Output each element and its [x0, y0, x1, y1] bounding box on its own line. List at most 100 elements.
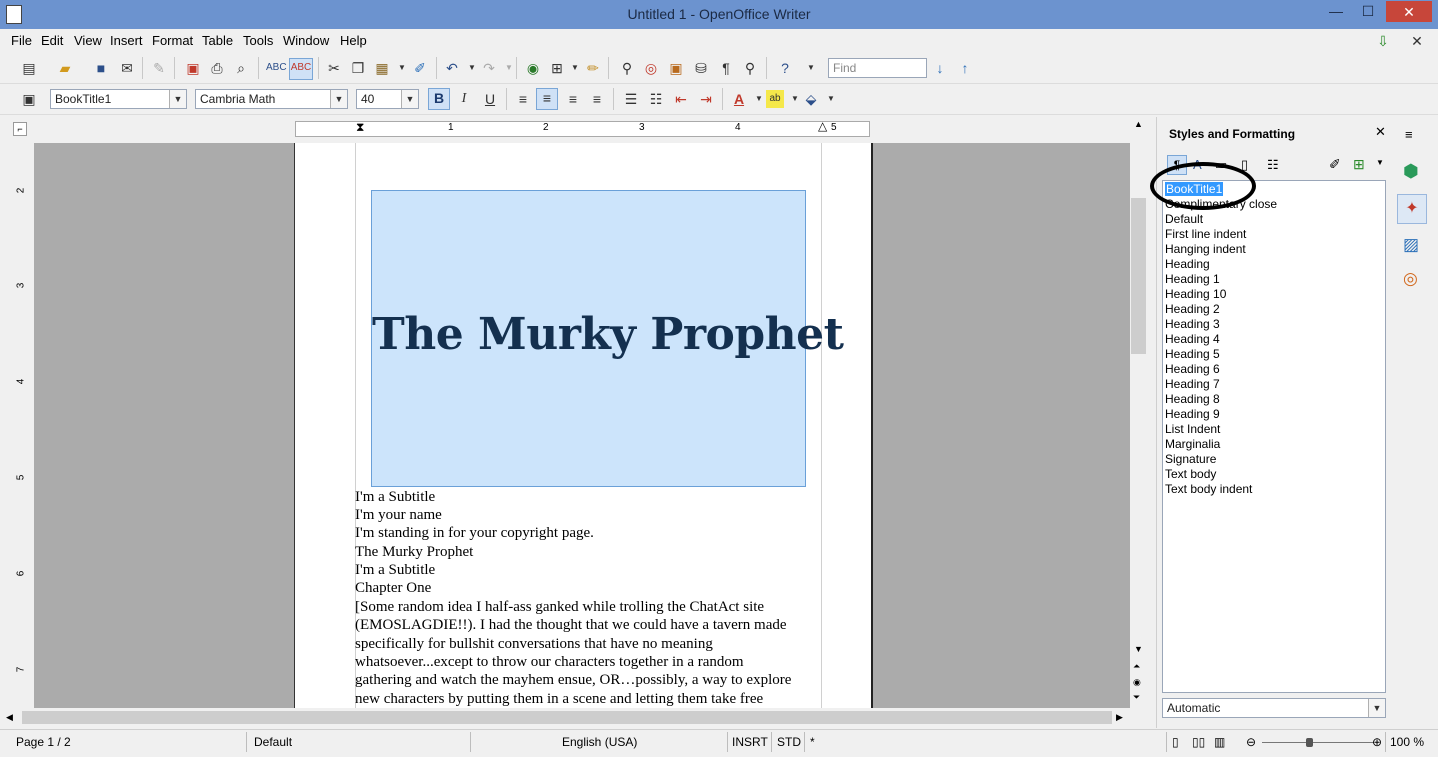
- zoom-slider-handle[interactable]: [1306, 738, 1313, 747]
- style-item[interactable]: Heading 10: [1165, 287, 1226, 301]
- next-page-icon[interactable]: ⏷: [1133, 692, 1140, 703]
- style-item[interactable]: Heading 4: [1165, 332, 1220, 346]
- scroll-left-icon[interactable]: ◀: [6, 712, 13, 723]
- chevron-down-icon[interactable]: ▼: [330, 90, 347, 108]
- paragraph-style-select[interactable]: BookTitle1 ▼: [50, 89, 187, 109]
- style-item[interactable]: List Indent: [1165, 422, 1220, 436]
- page-style-indicator[interactable]: Default: [254, 735, 292, 749]
- close-sidebar-icon[interactable]: ✕: [1375, 124, 1386, 140]
- style-item[interactable]: Signature: [1165, 452, 1216, 466]
- font-name-select[interactable]: Cambria Math ▼: [195, 89, 348, 109]
- close-document-icon[interactable]: ✕: [1408, 32, 1426, 50]
- gallery-deck-icon[interactable]: ▨: [1403, 235, 1419, 255]
- document-line[interactable]: I'm your name: [355, 507, 442, 524]
- print-icon[interactable]: ⎙: [208, 59, 226, 77]
- book-title[interactable]: The Murky Prophet: [372, 309, 844, 360]
- document-line[interactable]: I'm standing in for your copyright page.: [355, 525, 594, 542]
- paste-dropdown-icon[interactable]: ▼: [393, 59, 411, 77]
- menu-tools[interactable]: Tools: [243, 33, 273, 48]
- print-preview-icon[interactable]: ⌕: [232, 59, 250, 77]
- formatting-marks-icon[interactable]: ¶: [717, 59, 735, 77]
- navigator-deck-icon[interactable]: ◎: [1403, 269, 1418, 289]
- bullets-icon[interactable]: ☷: [647, 90, 665, 108]
- style-item[interactable]: Heading 9: [1165, 407, 1220, 421]
- zoom-slider[interactable]: [1262, 742, 1374, 743]
- scroll-down-icon[interactable]: ▼: [1134, 644, 1143, 654]
- table-dropdown-icon[interactable]: ▼: [566, 59, 584, 77]
- style-item[interactable]: Default: [1165, 212, 1203, 226]
- update-icon[interactable]: ⇩: [1374, 32, 1392, 50]
- justify-icon[interactable]: ≡: [588, 90, 606, 108]
- toolbar-options-icon[interactable]: ▼: [802, 59, 820, 77]
- document-line[interactable]: I'm a Subtitle: [355, 562, 435, 579]
- find-previous-icon[interactable]: ↑: [956, 59, 974, 77]
- style-filter-select[interactable]: Automatic ▼: [1162, 698, 1386, 718]
- insert-mode-indicator[interactable]: INSRT: [732, 735, 768, 749]
- align-right-icon[interactable]: ≡: [564, 90, 582, 108]
- increase-indent-icon[interactable]: ⇥: [697, 90, 715, 108]
- multi-page-view-icon[interactable]: ▯▯: [1192, 735, 1205, 749]
- zoom-level[interactable]: 100 %: [1390, 735, 1424, 749]
- title-text-frame[interactable]: The Murky Prophet: [371, 190, 844, 487]
- document-line[interactable]: I'm a Subtitle: [355, 489, 435, 506]
- vertical-scroll-thumb[interactable]: [1131, 198, 1146, 354]
- document-line[interactable]: Chapter One: [355, 580, 431, 597]
- decrease-indent-icon[interactable]: ⇤: [672, 90, 690, 108]
- document-line[interactable]: new characters by putting them in a scen…: [355, 691, 763, 708]
- book-view-icon[interactable]: ▥: [1214, 735, 1225, 749]
- redo-icon[interactable]: ↷: [480, 59, 498, 77]
- find-next-icon[interactable]: ↓: [931, 59, 949, 77]
- email-icon[interactable]: ✉: [118, 59, 136, 77]
- scroll-right-icon[interactable]: ▶: [1116, 712, 1123, 723]
- style-item[interactable]: Hanging indent: [1165, 242, 1246, 256]
- undo-dropdown-icon[interactable]: ▼: [463, 59, 481, 77]
- cut-icon[interactable]: ✂: [325, 59, 343, 77]
- new-style-icon[interactable]: ⊞: [1353, 156, 1365, 173]
- italic-button[interactable]: I: [455, 90, 473, 108]
- table-icon[interactable]: ⊞: [548, 59, 566, 77]
- align-left-icon[interactable]: ≡: [514, 90, 532, 108]
- minimize-button[interactable]: —: [1322, 0, 1350, 22]
- close-button[interactable]: ✕: [1386, 1, 1432, 22]
- style-item[interactable]: Heading 1: [1165, 272, 1220, 286]
- font-color-icon[interactable]: A: [730, 90, 748, 108]
- bold-button[interactable]: B: [428, 88, 450, 110]
- navigator-icon[interactable]: ◎: [642, 59, 660, 77]
- paste-icon[interactable]: ▦: [373, 59, 391, 77]
- auto-spellcheck-icon[interactable]: ABC: [289, 58, 313, 80]
- menu-file[interactable]: File: [11, 33, 32, 48]
- styles-formatting-icon[interactable]: ▣: [20, 90, 38, 108]
- style-item[interactable]: First line indent: [1165, 227, 1246, 241]
- style-item[interactable]: Heading 7: [1165, 377, 1220, 391]
- style-actions-dropdown-icon[interactable]: ▼: [1376, 158, 1384, 167]
- menu-help[interactable]: Help: [340, 33, 367, 48]
- horizontal-scroll-thumb[interactable]: [22, 711, 1112, 724]
- open-folder-icon[interactable]: ▰: [56, 59, 74, 77]
- find-replace-icon[interactable]: ⚲: [618, 59, 636, 77]
- document-line[interactable]: [Some random idea I half-ass ganked whil…: [355, 599, 764, 616]
- menu-view[interactable]: View: [74, 33, 102, 48]
- new-document-icon[interactable]: ▤: [20, 59, 38, 77]
- ruler-right-indent-marker[interactable]: △: [818, 119, 827, 133]
- background-dropdown-icon[interactable]: ▼: [822, 90, 840, 108]
- spellcheck-icon[interactable]: ABC: [266, 59, 287, 77]
- find-input[interactable]: Find: [828, 58, 927, 78]
- single-page-view-icon[interactable]: ▯: [1172, 735, 1179, 749]
- help-icon[interactable]: ?: [776, 59, 794, 77]
- horizontal-ruler[interactable]: ⧗ 1 2 3 4 △ 5: [295, 119, 870, 137]
- document-line[interactable]: (EMOSLAGDIE!!). I had the thought that w…: [355, 617, 787, 634]
- list-styles-icon[interactable]: ☷: [1267, 157, 1279, 173]
- gallery-icon[interactable]: ▣: [667, 59, 685, 77]
- menu-format[interactable]: Format: [152, 33, 193, 48]
- document-line[interactable]: The Murky Prophet: [355, 544, 473, 561]
- zoom-icon[interactable]: ⚲: [741, 59, 759, 77]
- edit-file-icon[interactable]: ✎: [150, 59, 168, 77]
- style-item[interactable]: Text body: [1165, 467, 1216, 481]
- document-line[interactable]: specifically for bullshit conversations …: [355, 636, 713, 653]
- save-icon[interactable]: ■: [92, 59, 110, 77]
- background-color-icon[interactable]: ⬙: [802, 90, 820, 108]
- undo-icon[interactable]: ↶: [443, 59, 461, 77]
- style-item[interactable]: Marginalia: [1165, 437, 1220, 451]
- style-item[interactable]: Text body indent: [1165, 482, 1252, 496]
- data-sources-icon[interactable]: ⛁: [692, 59, 710, 77]
